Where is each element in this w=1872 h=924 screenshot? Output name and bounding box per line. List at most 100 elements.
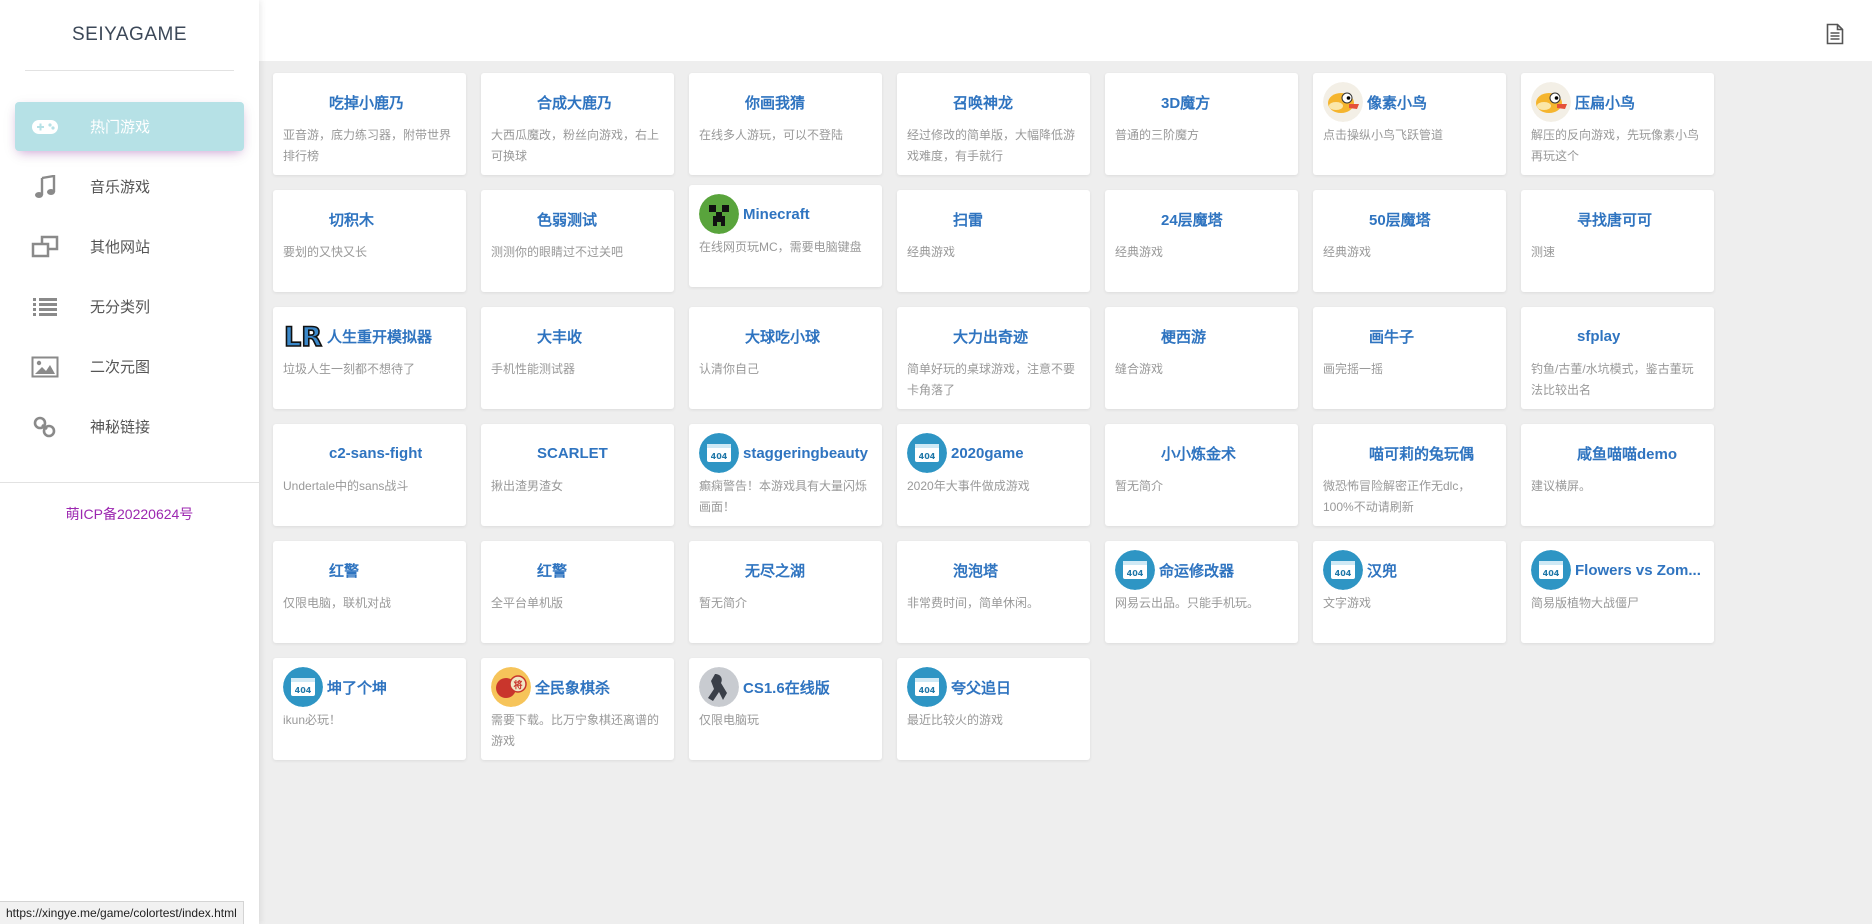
- game-card-title[interactable]: Flowers vs Zom...: [1575, 562, 1701, 579]
- game-card[interactable]: 咸鱼喵喵demo 建议横屏。: [1521, 424, 1714, 526]
- game-card-title[interactable]: 无尽之湖: [699, 560, 805, 581]
- game-card-title[interactable]: Minecraft: [743, 206, 810, 223]
- game-card-header: 24层魔塔: [1105, 198, 1298, 240]
- game-card-title[interactable]: 汉兜: [1367, 560, 1397, 581]
- game-card[interactable]: CS1.6在线版 仅限电脑玩: [689, 658, 882, 760]
- game-card[interactable]: 大力出奇迹 简单好玩的桌球游戏，注意不要卡角落了: [897, 307, 1090, 409]
- game-card[interactable]: sfplay 钓鱼/古董/水坑模式，鉴古董玩法比较出名: [1521, 307, 1714, 409]
- game-card-title[interactable]: 大力出奇迹: [907, 326, 1028, 347]
- game-card[interactable]: c2-sans-fight Undertale中的sans战斗: [273, 424, 466, 526]
- game-card[interactable]: 404 命运修改器 网易云出品。只能手机玩。: [1105, 541, 1298, 643]
- game-card[interactable]: 泡泡塔非常费时间，简单休闲。: [897, 541, 1090, 643]
- game-card-title[interactable]: 压扁小鸟: [1575, 92, 1635, 113]
- game-card-title[interactable]: 命运修改器: [1159, 560, 1234, 581]
- game-card-title[interactable]: 人生重开模拟器: [327, 326, 432, 347]
- game-card[interactable]: 404 汉兜 文字游戏: [1313, 541, 1506, 643]
- game-card[interactable]: 召唤神龙 经过修改的简单版，大幅降低游戏难度，有手就行: [897, 73, 1090, 175]
- sidebar-item-label: 二次元图: [90, 359, 151, 376]
- game-card-title[interactable]: 梗西游: [1115, 326, 1206, 347]
- game-card-title[interactable]: 24层魔塔: [1115, 209, 1223, 230]
- game-card-title[interactable]: c2-sans-fight: [283, 445, 422, 462]
- game-card-title[interactable]: 召唤神龙: [907, 92, 1013, 113]
- game-card-title[interactable]: 坤了个坤: [327, 677, 387, 698]
- svg-text:404: 404: [1127, 569, 1144, 578]
- game-card[interactable]: 红警 全平台单机版: [481, 541, 674, 643]
- game-card-title[interactable]: sfplay: [1531, 328, 1620, 345]
- sidebar-item-uncategorized[interactable]: 无分类列: [15, 282, 244, 331]
- game-card[interactable]: 404 夸父追日 最近比较火的游戏: [897, 658, 1090, 760]
- game-card[interactable]: 像素小鸟 点击操纵小鸟飞跃管道: [1313, 73, 1506, 175]
- sidebar-item-music-games[interactable]: 音乐游戏: [15, 162, 244, 211]
- game-card-title[interactable]: staggeringbeauty: [743, 445, 868, 462]
- game-card-title[interactable]: 50层魔塔: [1323, 209, 1431, 230]
- game-card-title[interactable]: CS1.6在线版: [743, 677, 830, 698]
- game-card-header: 3D魔方: [1105, 81, 1298, 123]
- game-card[interactable]: 大球吃小球 认清你自己: [689, 307, 882, 409]
- game-card-title[interactable]: 你画我猜: [699, 92, 805, 113]
- game-card-title[interactable]: 喵可莉的兔玩偶: [1323, 443, 1474, 464]
- game-card-title[interactable]: 大球吃小球: [699, 326, 820, 347]
- game-card-description: 非常费时间，简单休闲。: [907, 596, 1040, 610]
- game-card[interactable]: 切积木 要划的又快又长: [273, 190, 466, 292]
- sidebar-item-hot-games[interactable]: 热门游戏: [15, 102, 244, 151]
- game-card-title[interactable]: 小小炼金术: [1115, 443, 1236, 464]
- game-card-title[interactable]: 泡泡塔: [907, 560, 998, 581]
- game-card-title[interactable]: 夸父追日: [951, 677, 1011, 698]
- game-card-title[interactable]: 红警: [283, 560, 359, 581]
- game-card[interactable]: 24层魔塔 经典游戏: [1105, 190, 1298, 292]
- game-card[interactable]: 404 Flowers vs Zom... 简易版植物大战僵尸: [1521, 541, 1714, 643]
- game-card[interactable]: LR 人生重开模拟器 垃圾人生一刻都不想待了: [273, 307, 466, 409]
- game-card[interactable]: 梗西游 缝合游戏: [1105, 307, 1298, 409]
- game-card[interactable]: 将 全民象棋杀 需要下载。比万宁象棋还离谱的游戏: [481, 658, 674, 760]
- game-card-title[interactable]: 合成大鹿乃: [491, 92, 612, 113]
- brand-logo[interactable]: SEIYAGAME: [25, 0, 234, 71]
- game-card[interactable]: 色弱测试 测测你的眼睛过不过关吧: [481, 190, 674, 292]
- game-card-description: ikun必玩！: [283, 713, 342, 727]
- game-card-title[interactable]: 大丰收: [491, 326, 582, 347]
- game-card[interactable]: 合成大鹿乃 大西瓜魔改，粉丝向游戏，右上可换球: [481, 73, 674, 175]
- game-card[interactable]: 红警 仅限电脑，联机对战: [273, 541, 466, 643]
- game-card[interactable]: 404 2020game 2020年大事件做成游戏: [897, 424, 1090, 526]
- game-card[interactable]: 压扁小鸟 解压的反向游戏，先玩像素小鸟再玩这个: [1521, 73, 1714, 175]
- game-card-title[interactable]: SCARLET: [491, 445, 608, 462]
- game-card-title[interactable]: 吃掉小鹿乃: [283, 92, 404, 113]
- game-card-header: 像素小鸟: [1313, 81, 1506, 123]
- game-card-title[interactable]: 像素小鸟: [1367, 92, 1427, 113]
- game-card[interactable]: 喵可莉的兔玩偶 微恐怖冒险解密正作无dlc，100%不动请刷新: [1313, 424, 1506, 526]
- sidebar-item-label: 音乐游戏: [90, 179, 151, 196]
- game-card[interactable]: 50层魔塔 经典游戏: [1313, 190, 1506, 292]
- game-card[interactable]: SCARLET 揪出渣男渣女: [481, 424, 674, 526]
- gamepad-icon: [30, 114, 60, 140]
- game-card-title[interactable]: 扫雷: [907, 209, 983, 230]
- game-card-title[interactable]: 红警: [491, 560, 567, 581]
- icp-link[interactable]: 萌ICP备20220624号: [0, 504, 259, 524]
- sidebar-item-mystery-links[interactable]: 神秘链接: [15, 402, 244, 451]
- game-card[interactable]: 扫雷 经典游戏: [897, 190, 1090, 292]
- sidebar-item-label: 其他网站: [90, 239, 151, 256]
- game-card[interactable]: 404 坤了个坤 ikun必玩！: [273, 658, 466, 760]
- game-card-title[interactable]: 全民象棋杀: [535, 677, 610, 698]
- game-card[interactable]: 大丰收 手机性能测试器: [481, 307, 674, 409]
- game-card-title[interactable]: 咸鱼喵喵demo: [1531, 443, 1677, 464]
- game-card[interactable]: 画牛子 画完摇一摇: [1313, 307, 1506, 409]
- game-card-description: 全平台单机版: [491, 596, 564, 610]
- game-card-header: 无尽之湖: [689, 549, 882, 591]
- game-card-title[interactable]: 2020game: [951, 445, 1024, 462]
- game-card-title[interactable]: 色弱测试: [491, 209, 597, 230]
- document-icon[interactable]: [1826, 23, 1844, 45]
- game-card-title[interactable]: 3D魔方: [1115, 92, 1210, 113]
- game-card-title[interactable]: 画牛子: [1323, 326, 1414, 347]
- sidebar-item-anime-images[interactable]: 二次元图: [15, 342, 244, 391]
- game-card[interactable]: 寻找唐可可 测速: [1521, 190, 1714, 292]
- game-card-title[interactable]: 寻找唐可可: [1531, 209, 1652, 230]
- game-card[interactable]: 你画我猜 在线多人游玩，可以不登陆: [689, 73, 882, 175]
- game-card[interactable]: 小小炼金术 暂无简介: [1105, 424, 1298, 526]
- game-card-title[interactable]: 切积木: [283, 209, 374, 230]
- game-card[interactable]: 吃掉小鹿乃 亚音游，底力练习器，附带世界排行榜: [273, 73, 466, 175]
- game-card[interactable]: Minecraft 在线网页玩MC，需要电脑键盘: [689, 185, 882, 287]
- game-card[interactable]: 3D魔方 普通的三阶魔方: [1105, 73, 1298, 175]
- game-card[interactable]: 404 staggeringbeauty 癫痫警告！本游戏具有大量闪烁画面！: [689, 424, 882, 526]
- game-card[interactable]: 无尽之湖 暂无简介: [689, 541, 882, 643]
- sidebar-item-other-sites[interactable]: 其他网站: [15, 222, 244, 271]
- svg-text:LR: LR: [284, 322, 322, 353]
